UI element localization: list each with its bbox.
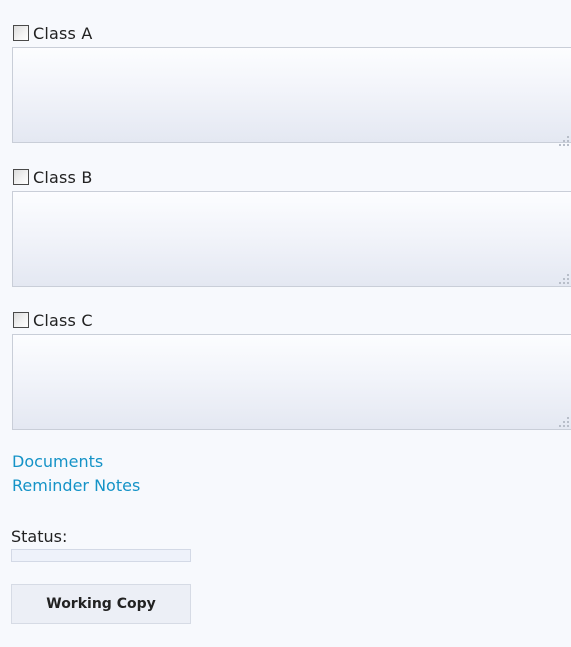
class-a-header: Class A bbox=[12, 21, 571, 45]
reminder-notes-link[interactable]: Reminder Notes bbox=[12, 474, 140, 498]
related-links: Documents Reminder Notes bbox=[12, 450, 140, 498]
class-a-checkbox[interactable] bbox=[13, 25, 29, 41]
class-c-header: Class C bbox=[12, 308, 571, 332]
class-a-section: Class A bbox=[12, 21, 571, 146]
class-b-label: Class B bbox=[33, 167, 93, 187]
class-a-notes-textarea[interactable] bbox=[12, 47, 571, 143]
class-c-notes-textarea[interactable] bbox=[12, 334, 571, 430]
class-b-notes-textarea[interactable] bbox=[12, 191, 571, 287]
class-c-label: Class C bbox=[33, 310, 93, 330]
working-copy-button[interactable]: Working Copy bbox=[11, 584, 191, 624]
class-b-section: Class B bbox=[12, 165, 571, 287]
class-a-resize-grip-icon[interactable] bbox=[558, 135, 570, 147]
class-a-label: Class A bbox=[33, 23, 93, 43]
class-c-section: Class C bbox=[12, 308, 571, 430]
status-label: Status: bbox=[11, 527, 68, 546]
class-c-checkbox[interactable] bbox=[13, 312, 29, 328]
class-c-resize-grip-icon[interactable] bbox=[558, 416, 570, 428]
class-b-resize-grip-icon[interactable] bbox=[558, 273, 570, 285]
class-b-checkbox[interactable] bbox=[13, 169, 29, 185]
documents-link[interactable]: Documents bbox=[12, 450, 140, 474]
status-progress-bar bbox=[11, 549, 191, 562]
class-b-header: Class B bbox=[12, 165, 571, 189]
